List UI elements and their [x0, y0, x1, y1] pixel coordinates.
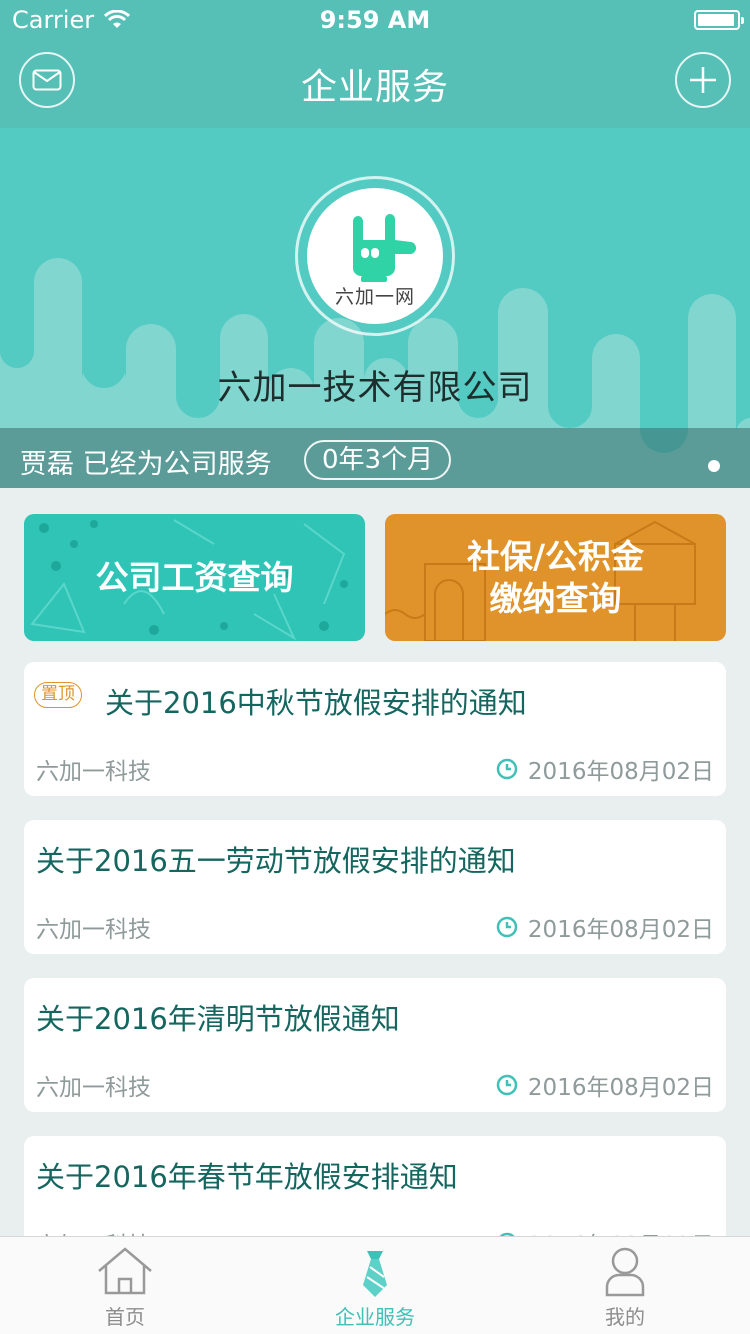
- home-icon: [98, 1247, 152, 1295]
- notice-source: 六加一科技: [36, 917, 151, 943]
- notice-source: 六加一科技: [36, 1075, 151, 1101]
- service-text: 贾磊 已经为公司服务: [20, 449, 272, 480]
- notice-title: 关于2016年清明节放假通知: [36, 1002, 400, 1036]
- person-icon: [605, 1247, 645, 1297]
- notice-source: 六加一科技: [36, 759, 151, 785]
- battery-icon: [694, 10, 744, 30]
- tab-home-label: 首页: [105, 1305, 145, 1329]
- status-bar: Carrier 9:59 AM: [0, 0, 750, 40]
- company-name: 六加一技术有限公司: [217, 368, 533, 408]
- notice-title: 关于2016五一劳动节放假安排的通知: [36, 844, 516, 878]
- notice-date: 2016年08月02日: [496, 910, 714, 944]
- notice-date-text: 2016年08月02日: [527, 917, 714, 943]
- notice-date: 2016年08月02日: [496, 752, 714, 786]
- page-indicator-dot: [708, 460, 720, 472]
- header: Carrier 9:59 AM 企业服务: [0, 0, 750, 128]
- notice-title: 关于2016年春节年放假安排通知: [36, 1160, 458, 1194]
- status-time: 9:59 AM: [319, 6, 431, 34]
- salary-query-tile[interactable]: 公司工资查询: [24, 514, 365, 641]
- service-duration-bar: 贾磊 已经为公司服务 0年3个月: [0, 428, 750, 488]
- company-banner: 六加一网 六加一技术有限公司 贾磊 已经为公司服务 0年3个月: [0, 128, 750, 488]
- tab-enterprise-service[interactable]: 企业服务: [250, 1237, 500, 1334]
- page-title: 企业服务: [300, 67, 449, 108]
- company-logo: 六加一网: [307, 188, 443, 324]
- notice-date-text: 2016年08月02日: [527, 1075, 714, 1101]
- tab-enterprise-service-label: 企业服务: [335, 1305, 415, 1329]
- notice-date: 2016年08月02日: [496, 1068, 714, 1102]
- tab-mine[interactable]: 我的: [500, 1237, 750, 1334]
- notice-card[interactable]: 关于2016年清明节放假通知 六加一科技 2016年08月02日: [24, 978, 726, 1112]
- clock-icon: [496, 916, 518, 938]
- tie-icon: [363, 1251, 387, 1297]
- tab-mine-label: 我的: [605, 1305, 645, 1329]
- notice-title: 关于2016中秋节放假安排的通知: [105, 686, 527, 720]
- service-duration-badge: 0年3个月: [304, 440, 452, 480]
- clock-icon: [496, 758, 518, 780]
- notice-card[interactable]: 关于2016五一劳动节放假安排的通知 六加一科技 2016年08月02日: [24, 820, 726, 954]
- social-security-label: 社保/公积金 缴纳查询: [467, 536, 644, 620]
- social-security-label-line1: 社保/公积金: [466, 536, 645, 576]
- notice-card[interactable]: 置顶 关于2016中秋节放假安排的通知 六加一科技 2016年08月02日: [24, 662, 726, 796]
- social-security-query-tile[interactable]: 社保/公积金 缴纳查询: [385, 514, 726, 641]
- add-button[interactable]: [675, 52, 731, 108]
- clock-icon: [496, 1074, 518, 1096]
- social-security-label-line2: 缴纳查询: [489, 578, 622, 618]
- tab-home[interactable]: 首页: [0, 1237, 250, 1334]
- logo-text: 六加一网: [334, 286, 415, 308]
- salary-query-label: 公司工资查询: [95, 557, 294, 597]
- notice-date-text: 2016年08月02日: [527, 759, 714, 785]
- tab-bar: 首页 企业服务 我的: [0, 1236, 750, 1334]
- plus-icon: [690, 67, 716, 93]
- pinned-badge: 置顶: [34, 682, 82, 708]
